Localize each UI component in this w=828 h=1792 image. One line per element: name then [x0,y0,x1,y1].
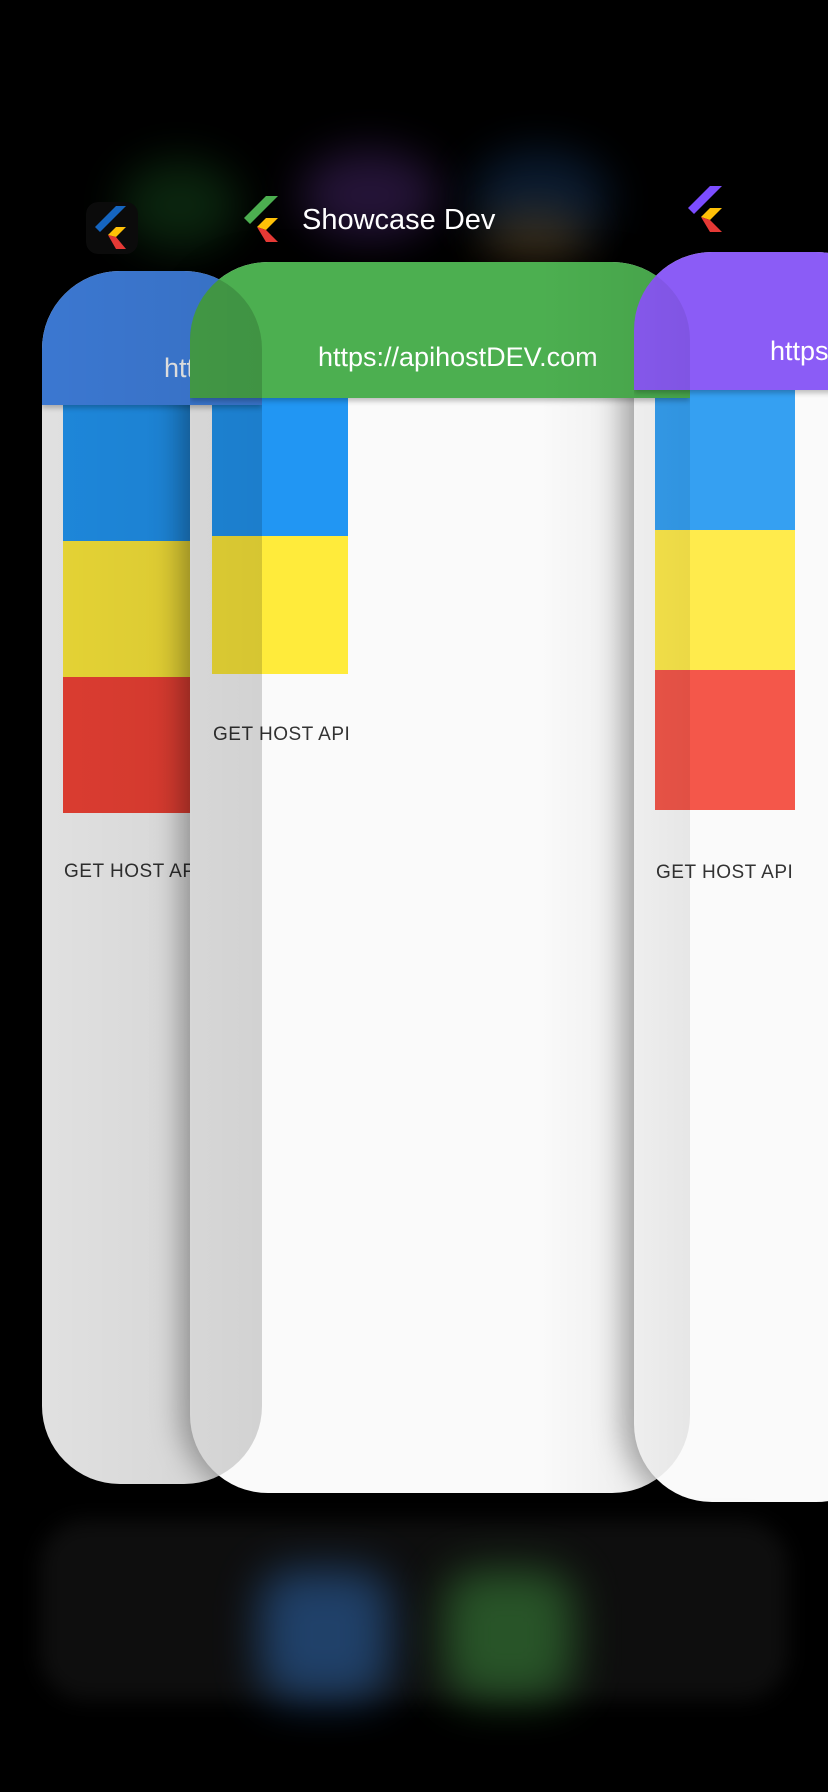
app-switcher-screen: https://apihostDEV.com GET HOST API http… [0,0,828,1792]
dock-background [40,1520,788,1700]
app-bar-title: https://apihostDEV.com [318,342,598,372]
get-host-api-button[interactable]: GET HOST API [656,862,793,884]
flutter-green-icon [236,194,288,246]
get-host-api-button[interactable]: GET HOST API [64,861,201,883]
app-label-right [680,184,732,236]
glow-right-2 [480,210,590,270]
app-name-label: Showcase Dev [302,203,496,236]
app-label-left [86,202,138,254]
blue-block [655,390,795,530]
yellow-block [655,530,795,670]
get-host-api-button[interactable]: GET HOST API [213,724,350,746]
blurred-blue-app-icon [260,1570,390,1700]
app-bar-title: https://apihostDEV.com [770,336,828,366]
yellow-block [212,536,348,674]
blurred-green-app-icon [444,1570,574,1700]
app-bar: https://apihostDEV.com [190,262,690,398]
app-card-right[interactable]: https://apihostDEV.com GET HOST API [634,252,828,1502]
app-card-center[interactable]: https://apihostDEV.com GET HOST API [190,262,690,1493]
flutter-blue-icon [86,202,138,254]
app-bar: https://apihostDEV.com [634,252,828,390]
glow-left [120,160,240,250]
red-block [655,670,795,810]
app-label-center: Showcase Dev [236,194,495,246]
flutter-purple-icon [680,184,732,236]
blue-block [212,398,348,536]
